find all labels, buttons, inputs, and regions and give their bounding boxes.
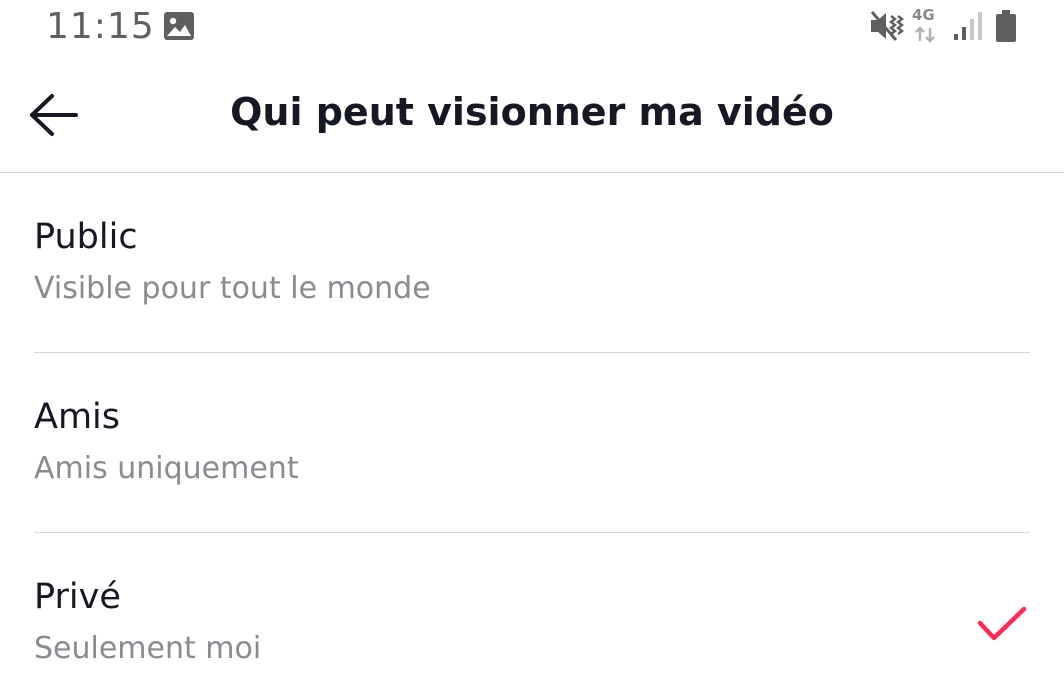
option-subtitle: Seulement moi — [34, 631, 262, 666]
checkmark-icon — [977, 606, 1027, 641]
option-title: Public — [34, 217, 138, 257]
status-bar: 11:15 4G — [0, 0, 1064, 56]
mute-icon — [870, 11, 904, 41]
network-4g-icon — [915, 26, 935, 43]
option-subtitle: Amis uniquement — [34, 451, 299, 486]
option-subtitle: Visible pour tout le monde — [34, 271, 431, 306]
option-title: Privé — [34, 577, 121, 617]
screen: 11:15 4G Qui peut visionner ma vidéo Pub… — [0, 0, 1064, 682]
battery-icon — [996, 10, 1016, 42]
image-icon — [164, 12, 194, 40]
page-title: Qui peut visionner ma vidéo — [230, 90, 834, 134]
option-private[interactable]: Privé Seulement moi — [34, 533, 1030, 682]
status-time: 11:15 — [46, 6, 155, 47]
header-bar: Qui peut visionner ma vidéo — [0, 56, 1064, 173]
option-public[interactable]: Public Visible pour tout le monde — [34, 173, 1030, 353]
option-friends[interactable]: Amis Amis uniquement — [34, 353, 1030, 533]
option-title: Amis — [34, 397, 120, 437]
signal-icon — [954, 12, 982, 40]
